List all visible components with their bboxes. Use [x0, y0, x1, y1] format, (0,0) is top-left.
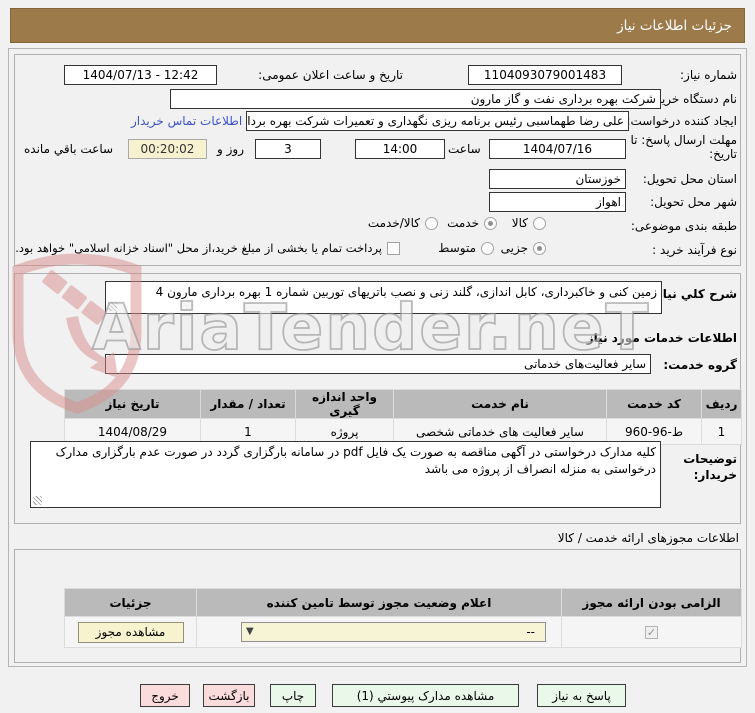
- respond-to-need-button[interactable]: پاسخ به نیاز: [537, 684, 626, 707]
- deadline-days-label: روز و: [217, 142, 244, 156]
- page-title-bar: جزئیات اطلاعات نیاز: [10, 8, 745, 43]
- col-need-date: تاریخ نیاز: [64, 389, 201, 419]
- radio-minor[interactable]: جزیی: [501, 241, 546, 255]
- col-unit: واحد اندازه گیری: [295, 389, 394, 419]
- radio-goods-service[interactable]: کالا/خدمت: [368, 216, 438, 230]
- deadline-label: مهلت ارسال پاسخ: تا تاریخ:: [630, 133, 737, 161]
- service-group-label: گروه خدمت:: [663, 358, 737, 372]
- service-group-field[interactable]: سایر فعالیت‌های خدماتی: [105, 354, 651, 374]
- need-details-page: { "page": { "title": "جزئیات اطلاعات نیا…: [0, 0, 755, 713]
- back-button[interactable]: بازگشت: [203, 684, 255, 707]
- treasury-payment-checkbox[interactable]: [387, 241, 400, 255]
- deadline-date-field[interactable]: 1404/07/16: [489, 139, 626, 159]
- need-desc-label: شرح کلي نیاز:: [651, 287, 737, 301]
- exit-button[interactable]: خروج: [140, 684, 190, 707]
- cell-row-number: 1: [701, 418, 742, 445]
- col-license-details: جزئیات: [64, 588, 197, 617]
- need-desc-value: زمین کنی و خاکبرداری، کابل اندازی، گلند …: [155, 285, 657, 299]
- license-status-select[interactable]: -- ▼: [241, 622, 546, 642]
- buyer-notes-textarea[interactable]: کلیه مدارک درخواستی در آگهی مناقصه به صو…: [30, 441, 661, 508]
- deadline-time-field[interactable]: 14:00: [355, 139, 445, 159]
- license-table-header-row: الزامی بودن ارائه مجوز اعلام وضعیت مجوز …: [64, 588, 742, 617]
- col-quantity: تعداد / مقدار: [200, 389, 296, 419]
- license-table-row: ✓ -- ▼ مشاهده مجوز: [64, 616, 742, 648]
- buyer-contact-link[interactable]: اطلاعات تماس خریدار: [131, 114, 242, 128]
- license-table: الزامی بودن ارائه مجوز اعلام وضعیت مجوز …: [64, 588, 742, 648]
- license-section-title: اطلاعات مجوزهای ارائه خدمت / کالا: [557, 531, 739, 545]
- page-title: جزئیات اطلاعات نیاز: [617, 17, 732, 34]
- province-label: استان محل تحویل:: [642, 172, 737, 186]
- city-label: شهر محل تحویل:: [650, 195, 737, 209]
- resize-handle-icon[interactable]: [33, 496, 42, 505]
- cell-license-details: مشاهده مجوز: [64, 616, 197, 648]
- license-status-value: --: [526, 625, 535, 639]
- need-desc-textarea[interactable]: زمین کنی و خاکبرداری، کابل اندازی، گلند …: [105, 281, 662, 314]
- print-button[interactable]: چاپ: [270, 684, 316, 707]
- cell-license-required: ✓: [561, 616, 742, 648]
- deadline-hour-label: ساعت: [448, 142, 481, 156]
- countdown-timer: 00:20:02: [128, 139, 207, 159]
- radio-medium-circle[interactable]: [481, 241, 494, 255]
- radio-service-circle[interactable]: [484, 216, 497, 230]
- buyer-notes-label-line1: توضیحات: [683, 452, 737, 466]
- col-row-number: ردیف: [701, 389, 742, 419]
- services-table-header-row: ردیف کد خدمت نام خدمت واحد اندازه گیری ت…: [64, 389, 742, 419]
- announce-datetime-label: تاریخ و ساعت اعلان عمومی:: [258, 68, 403, 82]
- radio-medium-label: متوسط: [438, 241, 476, 255]
- col-license-required: الزامی بودن ارائه مجوز: [561, 588, 742, 617]
- radio-minor-label: جزیی: [500, 241, 528, 255]
- treasury-payment-checkbox-group[interactable]: پرداخت تمام یا بخشی از مبلغ خرید،از محل …: [15, 241, 400, 255]
- radio-medium[interactable]: متوسط: [438, 241, 494, 255]
- need-number-field[interactable]: 1104093079001483: [468, 65, 622, 85]
- col-service-name: نام خدمت: [393, 389, 607, 419]
- province-field[interactable]: خوزستان: [489, 169, 626, 189]
- buyer-notes-label-line2: خریدار:: [693, 468, 737, 482]
- buyer-org-field[interactable]: شرکت بهره برداری نفت و گاز مارون: [170, 89, 661, 109]
- need-number-label: شماره نیاز:: [680, 68, 737, 82]
- cell-license-status: -- ▼: [196, 616, 562, 648]
- city-field[interactable]: اهواز: [489, 192, 626, 212]
- request-creator-label: ایجاد کننده درخواست:: [626, 114, 737, 128]
- radio-goods[interactable]: کالا: [512, 216, 546, 230]
- radio-goods-circle[interactable]: [533, 216, 546, 230]
- view-attached-docs-button[interactable]: مشاهده مدارک پیوستي (1): [332, 684, 519, 707]
- view-license-button[interactable]: مشاهده مجوز: [77, 621, 184, 643]
- col-service-code: کد خدمت: [606, 389, 702, 419]
- subject-class-label: طبقه بندی موضوعی:: [630, 219, 737, 233]
- deadline-days-field[interactable]: 3: [255, 139, 321, 159]
- radio-minor-circle[interactable]: [533, 241, 546, 255]
- resize-handle-icon[interactable]: [108, 302, 117, 311]
- deadline-remaining-label: ساعت باقي مانده: [24, 142, 114, 156]
- announce-datetime-field[interactable]: 1404/07/13 - 12:42: [64, 65, 217, 85]
- radio-goods-label: کالا: [511, 216, 528, 230]
- radio-service-label: خدمت: [447, 216, 479, 230]
- chevron-down-icon: ▼: [246, 626, 254, 637]
- radio-service[interactable]: خدمت: [447, 216, 497, 230]
- col-license-status: اعلام وضعیت مجوز توسط تامین کننده: [196, 588, 562, 617]
- services-table: ردیف کد خدمت نام خدمت واحد اندازه گیری ت…: [64, 389, 742, 445]
- treasury-payment-label: پرداخت تمام یا بخشی از مبلغ خرید،از محل …: [15, 241, 382, 255]
- license-required-checkbox[interactable]: ✓: [645, 625, 658, 639]
- purchase-process-label: نوع فرآیند خرید :: [652, 243, 737, 257]
- request-creator-field[interactable]: علی رضا طهماسبی رئیس برنامه ریزی نگهداری…: [246, 111, 629, 131]
- radio-goods-service-circle[interactable]: [425, 216, 438, 230]
- services-section-title: اطلاعات خدمات مورد نیاز: [586, 331, 737, 345]
- buyer-notes-value: کلیه مدارک درخواستی در آگهی مناقصه به صو…: [55, 445, 656, 477]
- radio-goods-service-label: کالا/خدمت: [367, 216, 420, 230]
